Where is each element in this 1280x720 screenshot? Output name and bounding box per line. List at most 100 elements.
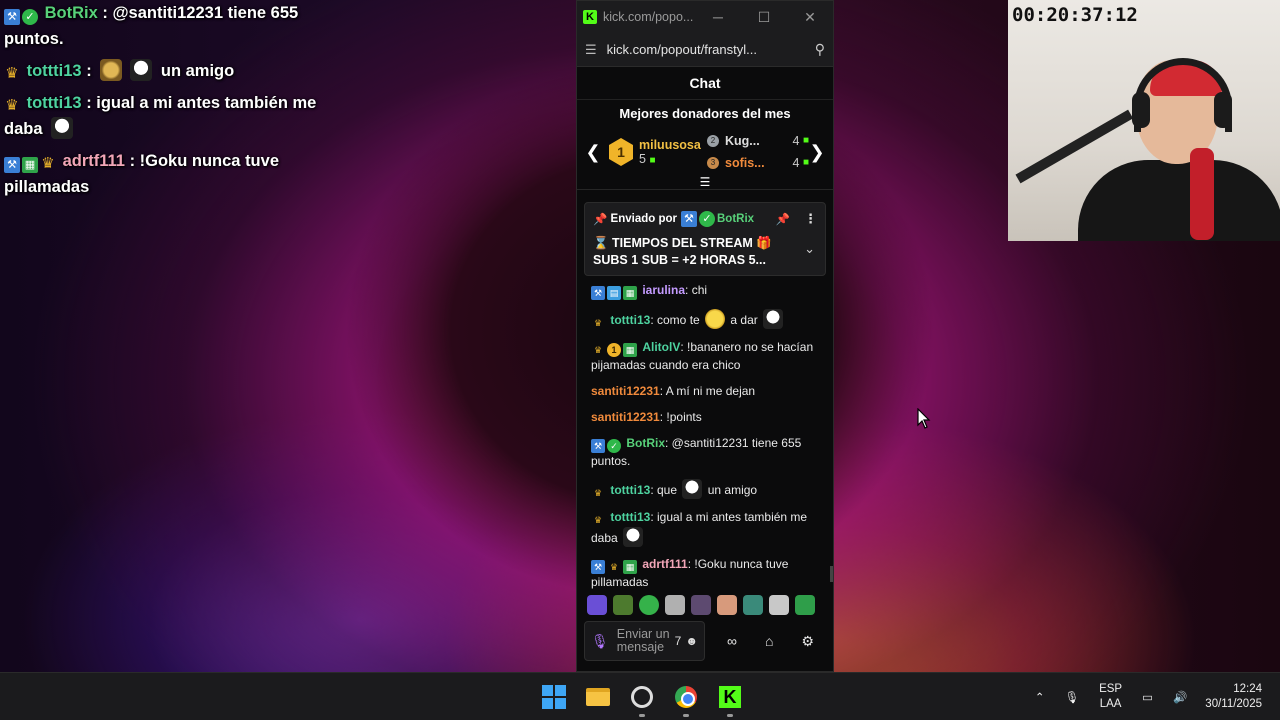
emote-icon[interactable] [769, 595, 789, 615]
kick-app-button[interactable]: K [714, 681, 746, 717]
headphone-right [1214, 92, 1232, 128]
minimize-button[interactable]: ─ [695, 9, 741, 25]
donor-count: 5 [639, 152, 646, 166]
window-title-bar[interactable]: K kick.com/popo... ─ ☐ ✕ [577, 1, 833, 33]
overlay-username: BotRix [44, 4, 98, 22]
pin-icon[interactable]: 📌 [776, 212, 790, 226]
address-bar[interactable]: ☰ kick.com/popout/franstyl... ⚲ [577, 33, 833, 67]
maximize-button[interactable]: ☐ [741, 9, 787, 26]
subscriber-badge-icon: ▦ [22, 157, 38, 173]
network-icon[interactable]: ▭ [1142, 690, 1153, 704]
chat-text: : A mí ni me dejan [659, 384, 756, 398]
chat-username[interactable]: tottti13 [610, 313, 650, 327]
subscriber-badge-icon: ▦ [623, 286, 637, 300]
emote-icon[interactable] [665, 595, 685, 615]
donor-row[interactable]: 3 sofis... 4 ■ [707, 152, 809, 174]
emoji-icon[interactable]: ☻ [685, 634, 698, 648]
emote-icon[interactable] [795, 595, 815, 615]
chat-message: ♛ 1 ▦ AlitolV: !bananero no se hacían pija… [591, 339, 819, 374]
zoom-icon[interactable]: ⚲ [815, 41, 825, 58]
crown-badge-icon: ♛ [593, 515, 603, 525]
file-explorer-button[interactable] [582, 681, 614, 713]
donor-rank-badge-icon: 1 [607, 343, 621, 357]
chat-text-continued: un amigo [707, 483, 758, 497]
emote-icon[interactable] [587, 595, 607, 615]
emote-icon[interactable] [743, 595, 763, 615]
chevron-down-icon[interactable]: ⌄ [804, 241, 815, 257]
gifter-badge-icon: ▤ [607, 286, 621, 300]
chat-username[interactable]: adrtf111 [642, 557, 687, 571]
lang-top: ESP [1099, 683, 1123, 695]
kick-logo-icon: K [583, 10, 597, 24]
chat-username[interactable]: santiti12231 [591, 384, 660, 398]
cat-emote-icon [763, 309, 784, 329]
lang-bottom: LAA [1099, 698, 1122, 710]
donors-title: Mejores donadores del mes [619, 106, 791, 121]
chevron-left-icon[interactable]: ❮ [585, 142, 601, 163]
chat-scrollbar[interactable] [830, 566, 833, 582]
chrome-button[interactable] [670, 681, 702, 717]
moderator-badge-icon: ⚒ [591, 560, 605, 574]
chat-message: ♛ tottti13: como te a dar [591, 309, 819, 330]
chat-input[interactable]: 🎙 Enviar un mensaje 7 ☻ [584, 621, 705, 661]
chat-header: Chat [577, 67, 833, 100]
chat-username[interactable]: iarulina [642, 283, 685, 297]
chat-input-placeholder: Enviar un mensaje [616, 627, 670, 654]
windows-taskbar: K ⌃ 🎙 ESP LAA ▭ 🔊 12:24 30/11/2025 [0, 672, 1280, 720]
extension-infinity-icon[interactable]: ∞ [727, 633, 737, 649]
crown-badge-icon: ♛ [593, 488, 603, 498]
chat-username[interactable]: santiti12231 [591, 410, 660, 424]
store-icon[interactable]: ⌂ [765, 633, 773, 649]
chat-text: : que [650, 483, 678, 497]
chat-username[interactable]: tottti13 [610, 510, 650, 524]
obs-button[interactable] [626, 681, 658, 717]
clock[interactable]: 12:24 30/11/2025 [1205, 682, 1262, 712]
donor-row[interactable]: 2 Kug... 4 ■ [707, 130, 809, 152]
moderator-badge-icon: ⚒ [591, 286, 605, 300]
overlay-message: ⚒ ✓ BotRix : @santiti12231 tiene 655 punt… [4, 0, 334, 52]
donors-leaderboard: ❮ 1 miluusosa 5 ■ 2 Kug... 4 ■ 3 sofis..… [577, 128, 833, 176]
overlay-username: adrtf111 [62, 152, 125, 170]
crown-badge-icon: ♛ [41, 155, 55, 172]
subscriber-badge-icon: ▦ [623, 343, 637, 357]
microphone-icon[interactable]: 🎙 [591, 634, 609, 648]
more-options-icon[interactable]: ⋮ [804, 211, 817, 227]
verified-badge-icon: ✓ [607, 439, 621, 453]
settings-gear-icon[interactable]: ⚙ [801, 633, 814, 650]
pinned-text: ⌛ TIEMPOS DEL STREAM 🎁 SUBS 1 SUB = +2 H… [593, 236, 772, 267]
chat-username[interactable]: AlitolV [642, 340, 680, 354]
chat-tools: ∞ ⌂ ⚙ [705, 633, 828, 650]
emote-icon[interactable] [613, 595, 633, 615]
collapse-toggle-icon[interactable]: ☰ [577, 176, 833, 190]
start-button[interactable] [538, 681, 570, 713]
site-settings-icon[interactable]: ☰ [585, 42, 597, 58]
language-indicator[interactable]: ESP LAA [1099, 682, 1122, 712]
emote-icon[interactable] [639, 595, 659, 615]
window-title: kick.com/popo... [603, 10, 694, 24]
volume-icon[interactable]: 🔊 [1173, 690, 1187, 704]
crown-badge-icon: ♛ [5, 65, 19, 82]
chevron-up-icon[interactable]: ⌃ [1035, 690, 1045, 704]
emote-icon[interactable] [717, 595, 737, 615]
url-text[interactable]: kick.com/popout/franstyl... [607, 42, 815, 57]
microphone-icon[interactable]: 🎙 [1064, 690, 1079, 704]
emote-icon[interactable] [691, 595, 711, 615]
donor-name: sofis... [725, 156, 765, 170]
overlay-username: tottti13 [26, 62, 82, 80]
chat-popout-window: K kick.com/popo... ─ ☐ ✕ ☰ kick.com/popo… [576, 0, 834, 672]
chat-username[interactable]: tottti13 [610, 483, 650, 497]
pinned-message[interactable]: 📌 Enviado por ⚒ ✓ BotRix 📌 ⋮ ⌛ TIEMPOS DE… [584, 202, 826, 276]
chevron-right-icon[interactable]: ❯ [809, 142, 825, 163]
crown-badge-icon: ♛ [5, 97, 19, 114]
donor-name: Kug... [725, 134, 760, 148]
chat-username[interactable]: BotRix [626, 436, 665, 450]
close-button[interactable]: ✕ [787, 9, 833, 26]
taskbar-apps: K [538, 681, 746, 717]
donor-count: 4 [792, 156, 800, 170]
chat-messages: ⚒ ▤ ▦ iarulina: chi ♛ tottti13: como te a … [577, 276, 833, 591]
top-donor[interactable]: 1 miluusosa 5 ■ [609, 138, 707, 166]
overlay-message: ⚒ ▦ ♛ adrtf111 : !Goku nunca tuve pillamad… [4, 148, 334, 200]
moderator-badge-icon: ⚒ [680, 211, 697, 227]
seven-tv-icon[interactable]: 7 [675, 634, 682, 648]
crown-badge-icon: ♛ [593, 345, 603, 355]
